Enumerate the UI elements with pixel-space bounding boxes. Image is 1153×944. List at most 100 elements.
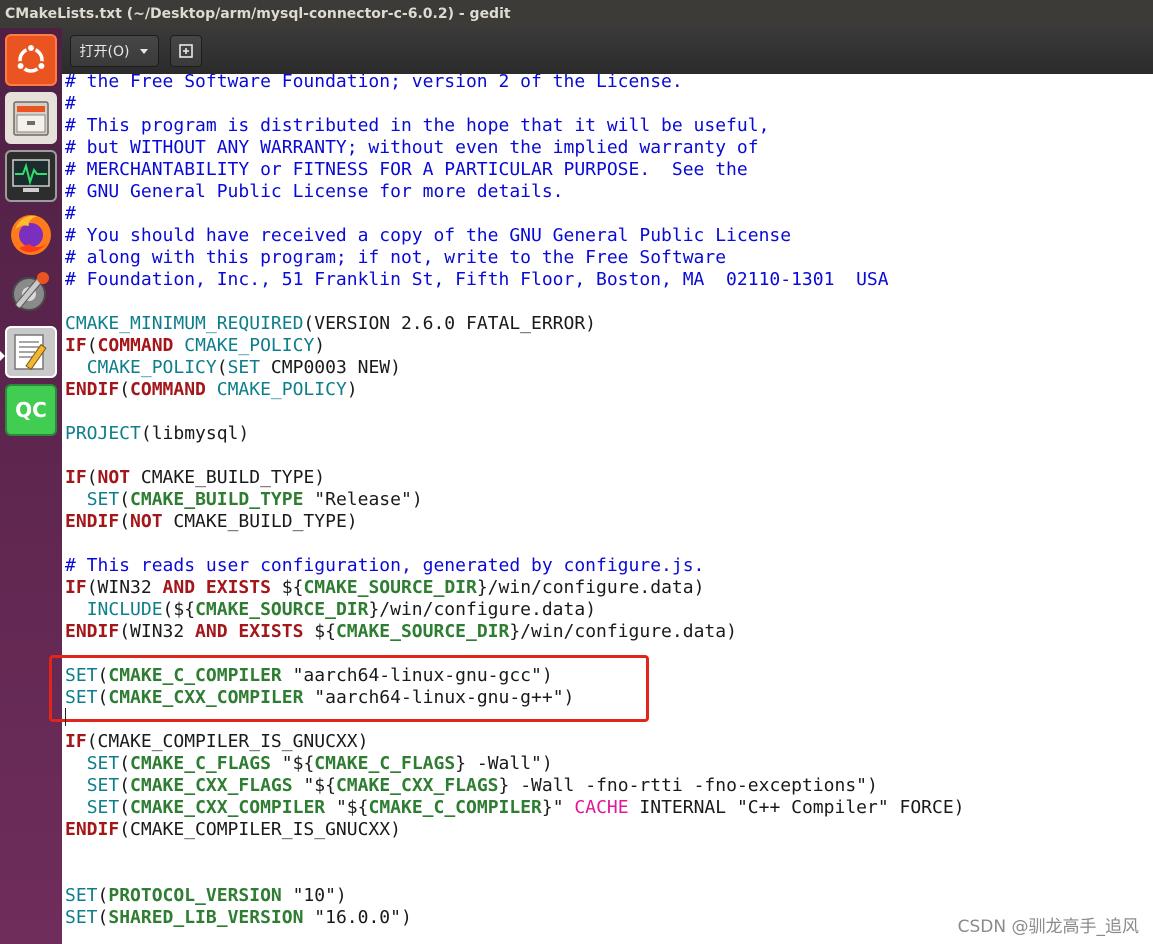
code-line[interactable]: ENDIF(COMMAND CMAKE_POLICY) (65, 379, 965, 401)
code-line[interactable]: CMAKE_MINIMUM_REQUIRED(VERSION 2.6.0 FAT… (65, 313, 965, 335)
system-monitor-icon (12, 159, 50, 192)
code-line[interactable] (65, 863, 965, 885)
code-line[interactable]: ENDIF(CMAKE_COMPILER_IS_GNUCXX) (65, 819, 965, 841)
code-line[interactable] (65, 401, 965, 423)
code-line[interactable]: IF(CMAKE_COMPILER_IS_GNUCXX) (65, 731, 965, 753)
code-variable: SHARED_LIB_VERSION (108, 907, 304, 928)
launcher-item-firefox[interactable] (5, 208, 57, 260)
code-comment: # along with this program; if not, write… (65, 247, 727, 268)
code-keyword: AND (162, 577, 196, 598)
code-text: ) (346, 379, 358, 400)
code-variable: CMAKE_CXX_COMPILER (130, 797, 326, 818)
code-text: ( (119, 797, 131, 818)
code-comment: # This reads user configuration, generat… (65, 555, 705, 576)
code-text: }/win/configure.data) (368, 599, 597, 620)
code-keyword: NOT (97, 467, 131, 488)
launcher-item-ubuntu-dash[interactable] (5, 34, 57, 86)
code-line[interactable]: # GNU General Public License for more de… (65, 181, 965, 203)
code-text: }/win/configure.data) (509, 621, 737, 642)
code-text: "16.0.0") (303, 907, 412, 928)
launcher-item-system-settings[interactable] (5, 266, 57, 318)
launcher-item-qt-creator[interactable]: QC (5, 384, 57, 436)
code-keyword: IF (65, 731, 87, 752)
code-line[interactable] (65, 445, 965, 467)
code-command: CMAKE_POLICY (86, 357, 217, 378)
code-variable: CMAKE_C_FLAGS (130, 753, 271, 774)
open-button[interactable]: 打开(O) (70, 35, 159, 67)
text-editor-icon (14, 334, 47, 371)
code-text: (CMAKE_COMPILER_IS_GNUCXX) (86, 731, 369, 752)
code-line[interactable]: SET(CMAKE_CXX_COMPILER "${CMAKE_C_COMPIL… (65, 797, 965, 819)
code-line[interactable]: SET(CMAKE_C_FLAGS "${CMAKE_C_FLAGS} -Wal… (65, 753, 965, 775)
code-line[interactable]: # You should have received a copy of the… (65, 225, 965, 247)
annotation-highlight-box (49, 655, 649, 722)
launcher-item-files[interactable] (5, 92, 57, 144)
unity-launcher: QC (0, 28, 62, 944)
code-line[interactable]: # This program is distributed in the hop… (65, 115, 965, 137)
chevron-down-icon (140, 49, 149, 54)
code-keyword: NOT (130, 511, 163, 532)
code-text: } -Wall -fno-rtti -fno-exceptions") (498, 775, 878, 796)
launcher-item-text-editor[interactable] (5, 326, 57, 378)
launcher-item-system-monitor[interactable] (5, 150, 57, 202)
code-line[interactable]: IF(NOT CMAKE_BUILD_TYPE) (65, 467, 965, 489)
code-keyword: AND (195, 621, 228, 642)
code-text: "${ (292, 775, 336, 796)
code-comment: # MERCHANTABILITY or FITNESS FOR A PARTI… (65, 159, 748, 180)
code-comment: # (65, 93, 76, 114)
code-line[interactable]: # (65, 93, 965, 115)
code-command: SET (86, 753, 120, 774)
code-line[interactable]: # MERCHANTABILITY or FITNESS FOR A PARTI… (65, 159, 965, 181)
code-text: CMP0003 NEW) (260, 357, 401, 378)
code-text: } -Wall") (455, 753, 553, 774)
code-line[interactable] (65, 291, 965, 313)
code-variable: CMAKE_C_COMPILER (368, 797, 542, 818)
code-variable: CMAKE_SOURCE_DIR (303, 577, 477, 598)
code-line[interactable]: ENDIF(NOT CMAKE_BUILD_TYPE) (65, 511, 965, 533)
code-line[interactable]: # the Free Software Foundation; version … (65, 74, 965, 93)
code-line[interactable]: CMAKE_POLICY(SET CMP0003 NEW) (65, 357, 965, 379)
code-comment: # (65, 203, 76, 224)
code-line[interactable]: SET(CMAKE_BUILD_TYPE "Release") (65, 489, 965, 511)
code-text: ( (97, 885, 109, 906)
code-line[interactable]: # along with this program; if not, write… (65, 247, 965, 269)
code-line[interactable]: # This reads user configuration, generat… (65, 555, 965, 577)
text-editor-area[interactable]: # the Free Software Foundation; version … (62, 74, 1153, 944)
code-text: (CMAKE_COMPILER_IS_GNUCXX) (119, 819, 401, 840)
code-text: ) (411, 489, 423, 510)
text-cursor (65, 708, 66, 726)
code-text: CMAKE_BUILD_TYPE) (162, 511, 358, 532)
code-line[interactable]: PROJECT(libmysql) (65, 423, 965, 445)
code-line[interactable]: # but WITHOUT ANY WARRANTY; without even… (65, 137, 965, 159)
code-line[interactable]: SET(PROTOCOL_VERSION "10") (65, 885, 965, 907)
code-keyword: ENDIF (65, 819, 120, 840)
code-line[interactable]: # Foundation, Inc., 51 Franklin St, Fift… (65, 269, 965, 291)
code-line[interactable]: IF(WIN32 AND EXISTS ${CMAKE_SOURCE_DIR}/… (65, 577, 965, 599)
code-line[interactable]: # (65, 203, 965, 225)
code-cache-keyword: CACHE (574, 797, 629, 818)
code-comment: # GNU General Public License for more de… (65, 181, 564, 202)
new-document-icon (179, 44, 193, 58)
code-comment: # You should have received a copy of the… (65, 225, 792, 246)
code-variable: CMAKE_C_FLAGS (314, 753, 456, 774)
code-line[interactable]: IF(COMMAND CMAKE_POLICY) (65, 335, 965, 357)
code-keyword: EXISTS (238, 621, 304, 642)
code-view[interactable]: # the Free Software Foundation; version … (65, 74, 965, 929)
code-line[interactable]: ENDIF(WIN32 AND EXISTS ${CMAKE_SOURCE_DI… (65, 621, 965, 643)
code-text: ( (86, 335, 98, 356)
code-line[interactable] (65, 533, 965, 555)
new-document-button[interactable] (170, 35, 202, 67)
code-line[interactable]: SET(SHARED_LIB_VERSION "16.0.0") (65, 907, 965, 929)
code-command: SET (86, 489, 120, 510)
code-line[interactable] (65, 841, 965, 863)
code-comment: # the Free Software Foundation; version … (65, 74, 683, 92)
code-line[interactable]: INCLUDE(${CMAKE_SOURCE_DIR}/win/configur… (65, 599, 965, 621)
code-text: ( (119, 753, 131, 774)
code-line[interactable]: SET(CMAKE_CXX_FLAGS "${CMAKE_CXX_FLAGS} … (65, 775, 965, 797)
code-keyword: ENDIF (65, 511, 120, 532)
code-text: (VERSION 2.6.0 FATAL_ERROR) (303, 313, 597, 334)
code-keyword: IF (65, 335, 87, 356)
